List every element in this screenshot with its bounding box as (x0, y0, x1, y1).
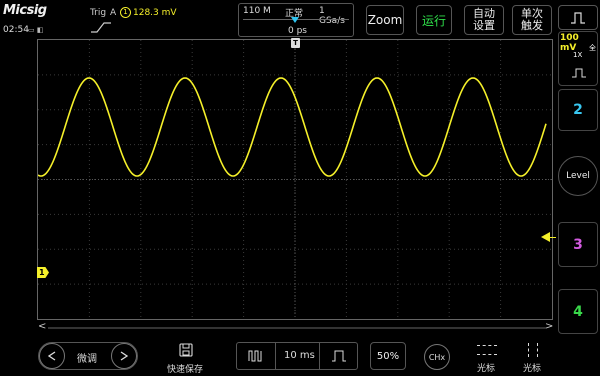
trigger-label: Trig (90, 8, 107, 18)
cursor-horizontal-button[interactable]: 光标 (470, 342, 504, 374)
arrow-right-button[interactable] (111, 343, 137, 369)
timebase-group: 10 ms (236, 342, 358, 370)
arrow-right-icon (120, 351, 128, 361)
trigger-level-line (548, 237, 556, 238)
scrollbar-track[interactable] (48, 327, 546, 329)
single-trigger-button[interactable]: 单次 触发 (512, 5, 552, 35)
vertical-cursor-icon (528, 343, 538, 357)
ch1-waveform (38, 77, 547, 177)
pulse-icon (571, 11, 585, 24)
cursor-vertical-button[interactable]: 光标 (516, 342, 550, 374)
trigger-level-icon: 1 (120, 7, 131, 18)
timeline-position-icon (291, 17, 299, 23)
arrow-left-button[interactable] (39, 343, 65, 369)
auto-setup-button[interactable]: 自动 设置 (464, 5, 504, 35)
fine-adjust-label: 微调 (77, 354, 97, 365)
trigger-position-marker[interactable]: T (291, 38, 300, 48)
chx-button[interactable]: CHx (424, 344, 450, 370)
quick-save-button[interactable]: 快速保存 (164, 341, 210, 375)
ch2-button[interactable]: 2 (558, 89, 598, 131)
fine-adjust-group: 微调 (38, 342, 138, 370)
save-icon (179, 343, 193, 357)
waveform-display[interactable] (37, 39, 553, 320)
trigger-level: 128.3 mV (133, 8, 177, 18)
status-icons: ▭ ◧ (28, 26, 44, 34)
ch1-bandwidth-full: 全 (589, 44, 596, 52)
clock: 02:54 (3, 25, 29, 35)
level-button[interactable]: Level (558, 156, 598, 196)
ch4-button[interactable]: 4 (558, 289, 598, 334)
ch1-probe: 1X (573, 51, 583, 59)
ch1-panel[interactable]: 100 mV 全 1X (558, 31, 598, 86)
pulse-menu-button[interactable] (558, 5, 598, 30)
wide-pulse-icon (332, 350, 346, 362)
memory-depth: 110 M (243, 6, 271, 16)
ch3-button[interactable]: 3 (558, 222, 598, 267)
sample-rate: 1 GSa/s (319, 6, 345, 26)
horizontal-cursor-icon (477, 345, 497, 355)
scroll-left-button[interactable]: < (38, 321, 46, 332)
cursor-horizontal-label: 光标 (477, 364, 496, 374)
fifty-percent-button[interactable]: 50% (370, 342, 406, 370)
trigger-channel: A (110, 8, 117, 18)
auto-setup-line2: 设置 (473, 19, 495, 32)
timebase-panel[interactable]: 110 M 正常 1 GSa/s 0 ps (238, 3, 354, 37)
narrow-pulse-icon (248, 350, 262, 362)
time-offset: 0 ps (288, 26, 307, 36)
quick-save-label: 快速保存 (167, 365, 204, 375)
scroll-right-button[interactable]: > (545, 321, 553, 332)
timebase-decrease-button[interactable] (237, 343, 276, 369)
rising-edge-icon (91, 22, 111, 33)
time-per-div: 10 ms (284, 350, 315, 361)
ch1-trace (38, 77, 547, 177)
cursor-vertical-label: 光标 (523, 364, 542, 374)
single-trigger-line2: 触发 (521, 19, 543, 32)
timebase-increase-button[interactable] (319, 343, 358, 369)
brand-logo: Micsig (3, 3, 47, 18)
ch1-coupling-icon (572, 68, 586, 78)
arrow-left-icon (48, 351, 56, 361)
trigger-panel[interactable]: Trig A 1 128.3 mV (84, 4, 194, 34)
run-button[interactable]: 运行 (416, 5, 452, 35)
zoom-button[interactable]: Zoom (366, 5, 404, 35)
